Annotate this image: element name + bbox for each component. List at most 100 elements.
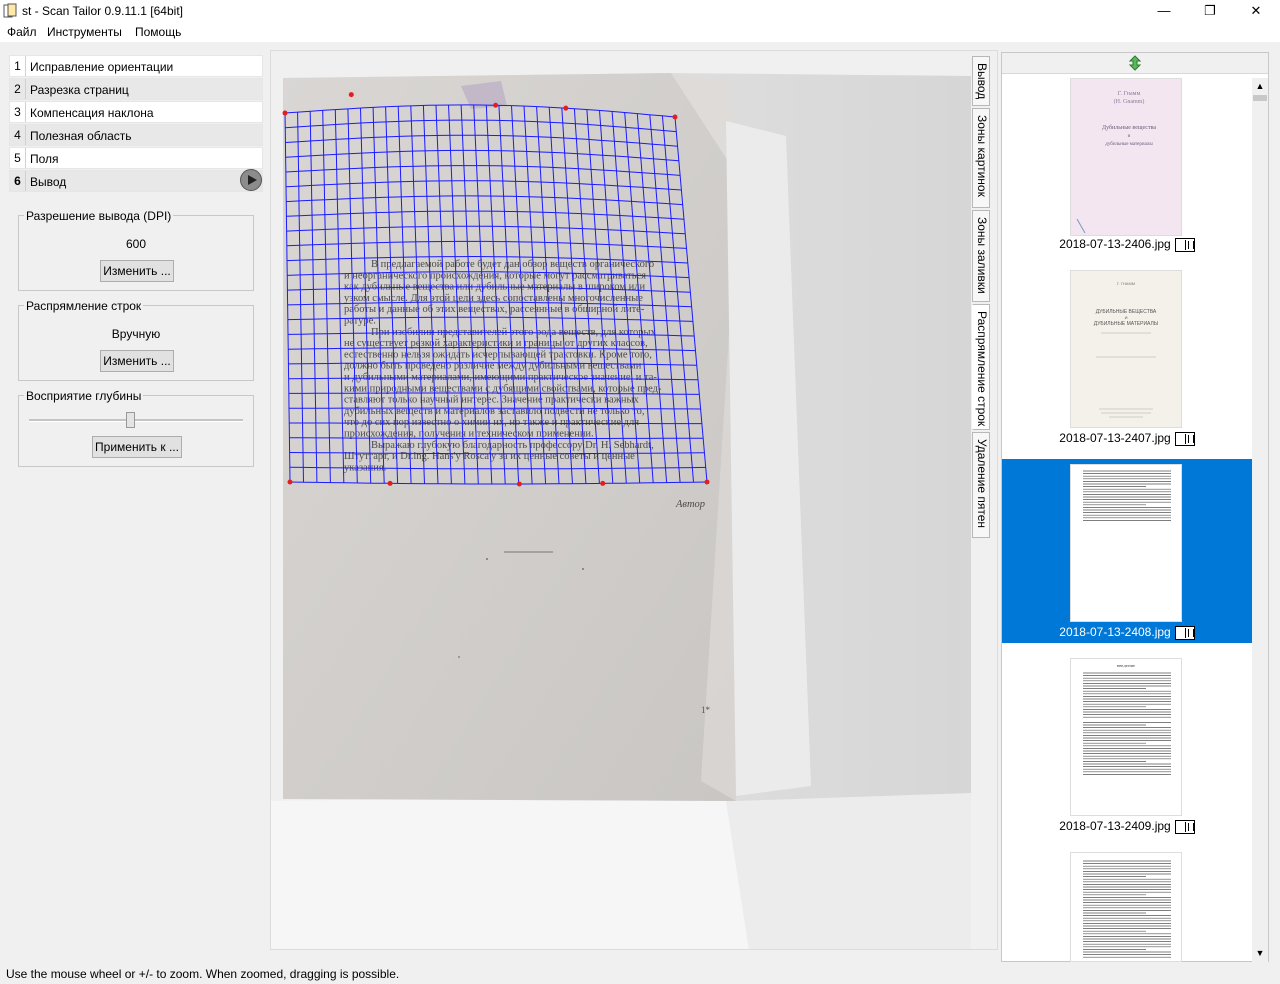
thumbnail-label: 2018-07-13-2407.jpg bbox=[1002, 431, 1252, 446]
thumbnail-filename: 2018-07-13-2406.jpg bbox=[1059, 237, 1171, 251]
svg-text:и: и bbox=[1128, 134, 1131, 139]
tab-picture-zones[interactable]: Зоны картинок bbox=[972, 108, 990, 208]
svg-text:Дубильные вещества: Дубильные вещества bbox=[1102, 124, 1156, 131]
step-select-content[interactable]: 4 Полезная область bbox=[9, 124, 263, 146]
step-label: Разрезка страниц bbox=[30, 83, 129, 97]
play-icon[interactable] bbox=[240, 169, 262, 191]
tab-dewarping[interactable]: Распрямление строк bbox=[972, 304, 990, 430]
tab-label: Зоны заливки bbox=[975, 217, 989, 294]
control-point[interactable] bbox=[563, 105, 569, 111]
control-point[interactable] bbox=[704, 479, 710, 485]
dewarp-group-title: Распрямление строк bbox=[24, 299, 144, 313]
control-point[interactable] bbox=[387, 480, 393, 486]
window-title: st - Scan Tailor 0.9.11.1 [64bit] bbox=[22, 4, 183, 18]
svg-text:И: И bbox=[1125, 315, 1128, 320]
dpi-group-title: Разрешение вывода (DPI) bbox=[24, 209, 174, 223]
step-number: 1 bbox=[10, 56, 26, 76]
tab-label: Удаление пятен bbox=[975, 439, 989, 529]
page-text-line: В предлагаемой работе будет дан обзор ве… bbox=[371, 259, 654, 270]
depth-slider-track[interactable] bbox=[29, 419, 243, 422]
thumbnail-filename: 2018-07-13-2407.jpg bbox=[1059, 431, 1171, 445]
step-split-pages[interactable]: 2 Разрезка страниц bbox=[9, 78, 263, 100]
tab-output[interactable]: Вывод bbox=[972, 56, 990, 106]
page-text-line: Штутгарт, и Dr.ing. Hans'y Rosca'y за их… bbox=[344, 451, 635, 462]
dpi-value: 600 bbox=[125, 237, 147, 251]
depth-slider-handle[interactable] bbox=[125, 412, 135, 428]
scroll-down-arrow[interactable]: ▼ bbox=[1252, 945, 1268, 961]
svg-text:ВВЕДЕНИЕ: ВВЕДЕНИЕ bbox=[1117, 664, 1136, 668]
control-point[interactable] bbox=[672, 114, 678, 120]
thumbnail-label-selected: 2018-07-13-2408.jpg bbox=[1002, 625, 1252, 640]
page-view-icon bbox=[1174, 237, 1195, 252]
page-thumbnail[interactable]: ВВЕДЕНИЕ bbox=[1070, 658, 1182, 816]
control-point[interactable] bbox=[282, 110, 288, 116]
step-output[interactable]: 6 Вывод bbox=[9, 170, 263, 192]
insert-page-icon[interactable] bbox=[1127, 55, 1143, 71]
page-signature: Автор bbox=[675, 499, 705, 510]
page-thumbnail[interactable] bbox=[1070, 852, 1182, 962]
page-text-line: Выражаю глубокую благодарность профессор… bbox=[371, 440, 654, 451]
image-view[interactable]: В предлагаемой работе будет дан обзор ве… bbox=[270, 50, 998, 950]
step-label: Исправление ориентации bbox=[30, 60, 174, 74]
page-text-line: ратуре. bbox=[344, 316, 376, 327]
scroll-up-arrow[interactable]: ▲ bbox=[1252, 78, 1268, 94]
grid-line-horizontal bbox=[289, 422, 702, 425]
tab-despeckling[interactable]: Удаление пятен bbox=[972, 432, 990, 538]
step-number: 3 bbox=[10, 102, 26, 122]
page-view-icon bbox=[1174, 625, 1195, 640]
depth-group-title: Восприятие глубины bbox=[24, 389, 144, 403]
svg-text:ДУБИЛЬНЫЕ МАТЕРИАЛЫ: ДУБИЛЬНЫЕ МАТЕРИАЛЫ bbox=[1094, 321, 1159, 327]
page-view-icon bbox=[1174, 819, 1195, 834]
page-text-line: ставляют только научный интерес. Значени… bbox=[344, 395, 640, 406]
page-text-line: работы и данные об этих веществах, рассе… bbox=[344, 304, 645, 315]
thumbnail-label: 2018-07-13-2409.jpg bbox=[1002, 819, 1252, 834]
step-deskew[interactable]: 3 Компенсация наклона bbox=[9, 101, 263, 123]
dewarp-canvas[interactable]: В предлагаемой работе будет дан обзор ве… bbox=[271, 51, 998, 950]
tab-label: Вывод bbox=[975, 63, 989, 100]
menu-tools[interactable]: Инструменты bbox=[47, 25, 122, 39]
status-bar-text: Use the mouse wheel or +/- to zoom. When… bbox=[6, 967, 400, 981]
close-button[interactable]: ✕ bbox=[1233, 0, 1279, 22]
dewarp-mode-value: Вручную bbox=[111, 327, 161, 341]
page-text-line: естественно нельзя ожидать исчерпывающей… bbox=[344, 349, 652, 360]
step-label: Вывод bbox=[30, 175, 67, 189]
thumbnail-scrollbar[interactable] bbox=[1252, 78, 1268, 962]
svg-text:дубильные материалы: дубильные материалы bbox=[1105, 142, 1153, 147]
svg-text:Г. Гнамм: Г. Гнамм bbox=[1118, 91, 1141, 97]
control-point[interactable] bbox=[516, 481, 522, 487]
scroll-thumb[interactable] bbox=[1253, 95, 1267, 101]
step-fix-orientation[interactable]: 1 Исправление ориентации bbox=[9, 55, 263, 77]
thumbnail-filename: 2018-07-13-2409.jpg bbox=[1059, 819, 1171, 833]
step-number: 5 bbox=[10, 148, 26, 168]
control-point[interactable] bbox=[493, 102, 499, 108]
step-margins[interactable]: 5 Поля bbox=[9, 147, 263, 169]
menu-bar bbox=[0, 22, 1280, 42]
menu-file[interactable]: Файл bbox=[7, 25, 37, 39]
apply-to-button[interactable]: Применить к ... bbox=[92, 436, 182, 458]
step-label: Поля bbox=[30, 152, 59, 166]
scan-tailor-app-icon bbox=[3, 3, 17, 18]
step-label: Компенсация наклона bbox=[30, 106, 154, 120]
step-label: Полезная область bbox=[30, 129, 132, 143]
change-dewarp-button[interactable]: Изменить ... bbox=[100, 350, 174, 372]
page-thumbnail[interactable]: Г. ГНАММ ДУБИЛЬНЫЕ ВЕЩЕСТВА И ДУБИЛЬНЫЕ … bbox=[1070, 270, 1182, 428]
control-point[interactable] bbox=[600, 480, 606, 486]
step-number: 2 bbox=[10, 79, 26, 99]
thumbnail-label: 2018-07-13-2406.jpg bbox=[1002, 237, 1252, 252]
page-thumbnail-selected[interactable] bbox=[1070, 464, 1182, 622]
tab-label: Зоны картинок bbox=[975, 115, 989, 197]
thumbnail-filename: 2018-07-13-2408.jpg bbox=[1059, 625, 1171, 639]
page-mark: 1* bbox=[701, 705, 711, 715]
page-text-line: дубильных веществ и материалов заставило… bbox=[344, 406, 645, 417]
tab-label: Распрямление строк bbox=[975, 311, 989, 427]
title-bar bbox=[0, 0, 1280, 22]
maximize-button[interactable]: ❐ bbox=[1187, 0, 1233, 22]
control-point[interactable] bbox=[348, 92, 354, 98]
control-point[interactable] bbox=[287, 479, 293, 485]
tab-fill-zones[interactable]: Зоны заливки bbox=[972, 210, 990, 302]
change-dpi-button[interactable]: Изменить ... bbox=[100, 260, 174, 282]
page-thumbnail[interactable]: Г. Гнамм (Н. Gnamm) Дубильные вещества и… bbox=[1070, 78, 1182, 236]
menu-help[interactable]: Помощь bbox=[135, 25, 181, 39]
svg-text:Г. ГНАММ: Г. ГНАММ bbox=[1117, 281, 1135, 286]
minimize-button[interactable]: — bbox=[1141, 0, 1187, 22]
